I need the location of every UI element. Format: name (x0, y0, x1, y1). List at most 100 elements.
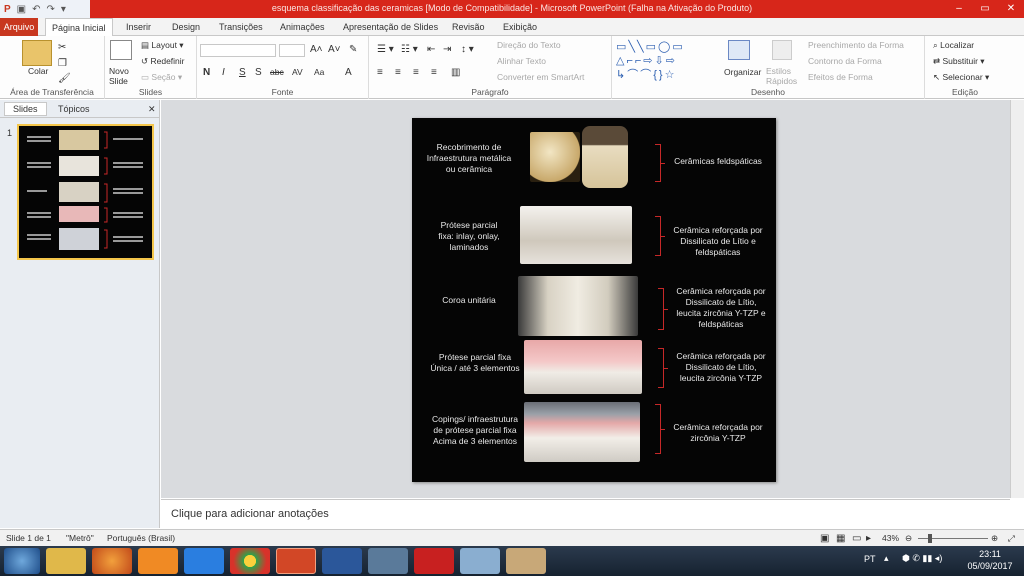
file-explorer-icon[interactable] (46, 548, 86, 574)
arrange-icon[interactable] (728, 40, 750, 60)
acrobat-icon[interactable] (414, 548, 454, 574)
paste-icon[interactable] (22, 40, 52, 66)
find-button[interactable]: ⌕ Localizar (933, 40, 974, 51)
smartart-button[interactable]: Converter em SmartArt (497, 72, 584, 82)
char-spacing-button[interactable]: AV (292, 67, 303, 77)
slide-canvas[interactable]: Recobrimento de Infraestrutura metálica ou… (412, 118, 776, 482)
row1-application[interactable]: Recobrimento de Infraestrutura metálica ou… (420, 142, 518, 175)
slide-sorter-icon[interactable]: ▦ (836, 533, 845, 544)
tab-design[interactable]: Design (166, 18, 206, 36)
section-button[interactable]: ▭ Seção ▾ (141, 72, 182, 83)
chrome-icon[interactable] (230, 548, 270, 574)
zoom-out-icon[interactable]: ⊖ (905, 533, 912, 544)
underline-button[interactable]: S (239, 67, 246, 78)
align-text-button[interactable]: Alinhar Texto (497, 56, 546, 66)
cut-icon[interactable]: ✂ (58, 42, 66, 53)
numbering-icon[interactable]: ☷ ▾ (401, 44, 418, 55)
italic-button[interactable]: I (222, 67, 225, 78)
notes-pane[interactable]: Clique para adicionar anotações (161, 499, 1010, 529)
row4-application[interactable]: Prótese parcial fixa Única / até 3 elemen… (420, 352, 530, 374)
align-right-icon[interactable]: ≡ (413, 67, 419, 78)
shadow-button[interactable]: S (255, 67, 262, 78)
close-pane-icon[interactable]: ✕ (148, 104, 156, 115)
clock-time[interactable]: 23:11 (970, 549, 1010, 559)
arrange-button[interactable]: Organizar (724, 67, 761, 77)
row3-material[interactable]: Cerâmica reforçada por Dissilicato de Lít… (668, 286, 774, 330)
copy-icon[interactable]: ❐ (58, 58, 67, 69)
clear-format-icon[interactable]: ✎ (349, 44, 357, 55)
fit-slide-icon[interactable]: ⤢ (1008, 533, 1015, 544)
slideshow-view-icon[interactable]: ▸ (866, 533, 871, 544)
zoom-in-icon[interactable]: ⊕ (991, 533, 998, 544)
close-icon[interactable]: ✕ (998, 0, 1024, 18)
row5-application[interactable]: Copings/ infraestrutura de prótese parcia… (420, 414, 530, 447)
tab-outline-pane[interactable]: Tópicos (58, 104, 90, 114)
reset-button[interactable]: ↺ Redefinir (141, 56, 185, 67)
shrink-font-icon[interactable]: A˅ (328, 44, 341, 55)
vertical-scrollbar[interactable] (1010, 100, 1024, 498)
notes-placeholder[interactable]: Clique para adicionar anotações (171, 508, 329, 520)
row2-material[interactable]: Cerâmica reforçada por Dissilicato de Lít… (666, 225, 770, 258)
font-color-button[interactable]: A (345, 67, 352, 78)
justify-icon[interactable]: ≡ (431, 67, 437, 78)
row2-application[interactable]: Prótese parcial fixa: inlay, onlay, lamina… (420, 220, 518, 253)
tray-icons[interactable]: ⬢ ✆ ▮▮ ◂) (902, 553, 942, 564)
clock-date[interactable]: 05/09/2017 (962, 561, 1018, 571)
shape-effects-button[interactable]: Efeitos de Forma (808, 72, 873, 82)
minimize-icon[interactable]: – (946, 0, 972, 18)
quick-styles-line1[interactable]: Estilos (766, 66, 791, 76)
align-center-icon[interactable]: ≡ (395, 67, 401, 78)
zoom-level[interactable]: 43% (882, 533, 899, 543)
tab-slideshow[interactable]: Apresentação de Slides (337, 18, 444, 36)
line-spacing-icon[interactable]: ↕ ▾ (461, 44, 474, 55)
tab-transitions[interactable]: Transições (213, 18, 269, 36)
quick-styles-line2[interactable]: Rápidos (766, 76, 797, 86)
shape-fill-button[interactable]: Preenchimento da Forma (808, 40, 904, 50)
text-direction-button[interactable]: Direção do Texto (497, 40, 561, 50)
input-language[interactable]: PT (864, 554, 876, 564)
paint-icon[interactable] (506, 548, 546, 574)
tab-view[interactable]: Exibição (497, 18, 543, 36)
slide-thumbnail[interactable] (17, 124, 154, 260)
new-slide-button-line2[interactable]: Slide (109, 76, 128, 86)
font-size-select[interactable] (279, 44, 305, 57)
align-left-icon[interactable]: ≡ (377, 67, 383, 78)
increase-indent-icon[interactable]: ⇥ (443, 44, 451, 55)
tab-animations[interactable]: Animações (274, 18, 331, 36)
change-case-button[interactable]: Aa (314, 67, 324, 77)
media-player-icon[interactable] (138, 548, 178, 574)
language[interactable]: Português (Brasil) (107, 533, 175, 543)
tab-insert[interactable]: Inserir (120, 18, 157, 36)
zoom-slider-thumb[interactable] (928, 534, 932, 543)
tray-arrow-icon[interactable]: ▴ (884, 553, 889, 564)
photo-viewer-icon[interactable] (368, 548, 408, 574)
bullets-icon[interactable]: ☰ ▾ (377, 44, 394, 55)
grow-font-icon[interactable]: A˄ (310, 44, 323, 55)
maximize-icon[interactable]: ▭ (972, 0, 998, 18)
row3-application[interactable]: Coroa unitária (420, 295, 518, 306)
tab-home[interactable]: Página Inicial (45, 18, 113, 37)
new-slide-icon[interactable] (110, 40, 132, 60)
tab-review[interactable]: Revisão (446, 18, 491, 36)
normal-view-icon[interactable]: ▣ (820, 533, 829, 544)
tab-file[interactable]: Arquivo (0, 18, 38, 36)
replace-button[interactable]: ⇄ Substituir ▾ (933, 56, 985, 67)
row4-material[interactable]: Cerâmica reforçada por Dissilicato de Lít… (668, 351, 774, 384)
shape-outline-button[interactable]: Contorno da Forma (808, 56, 882, 66)
bold-button[interactable]: N (203, 67, 210, 78)
new-slide-button-line1[interactable]: Novo (109, 66, 129, 76)
row1-material[interactable]: Cerâmicas feldspáticas (666, 156, 770, 167)
layout-button[interactable]: ▤ Layout ▾ (141, 40, 184, 51)
paste-button[interactable]: Colar (28, 66, 48, 76)
shapes-gallery[interactable]: ▭╲╲▭◯▭ △⌐⌐⇨⇩⇨ ↳⌒⌒{}☆ (616, 40, 714, 84)
calculator-icon[interactable] (460, 548, 500, 574)
columns-icon[interactable]: ▥ (451, 67, 460, 78)
slide-editor[interactable]: Recobrimento de Infraestrutura metálica ou… (161, 100, 1024, 498)
firefox-icon[interactable] (92, 548, 132, 574)
format-painter-icon[interactable]: 🖌 (58, 73, 71, 84)
start-button-icon[interactable] (4, 548, 40, 574)
dropbox-icon[interactable] (184, 548, 224, 574)
word-icon[interactable] (322, 548, 362, 574)
strike-button[interactable]: abc (270, 67, 284, 77)
row5-material[interactable]: Cerâmica reforçada por zircônia Y-TZP (666, 422, 770, 444)
